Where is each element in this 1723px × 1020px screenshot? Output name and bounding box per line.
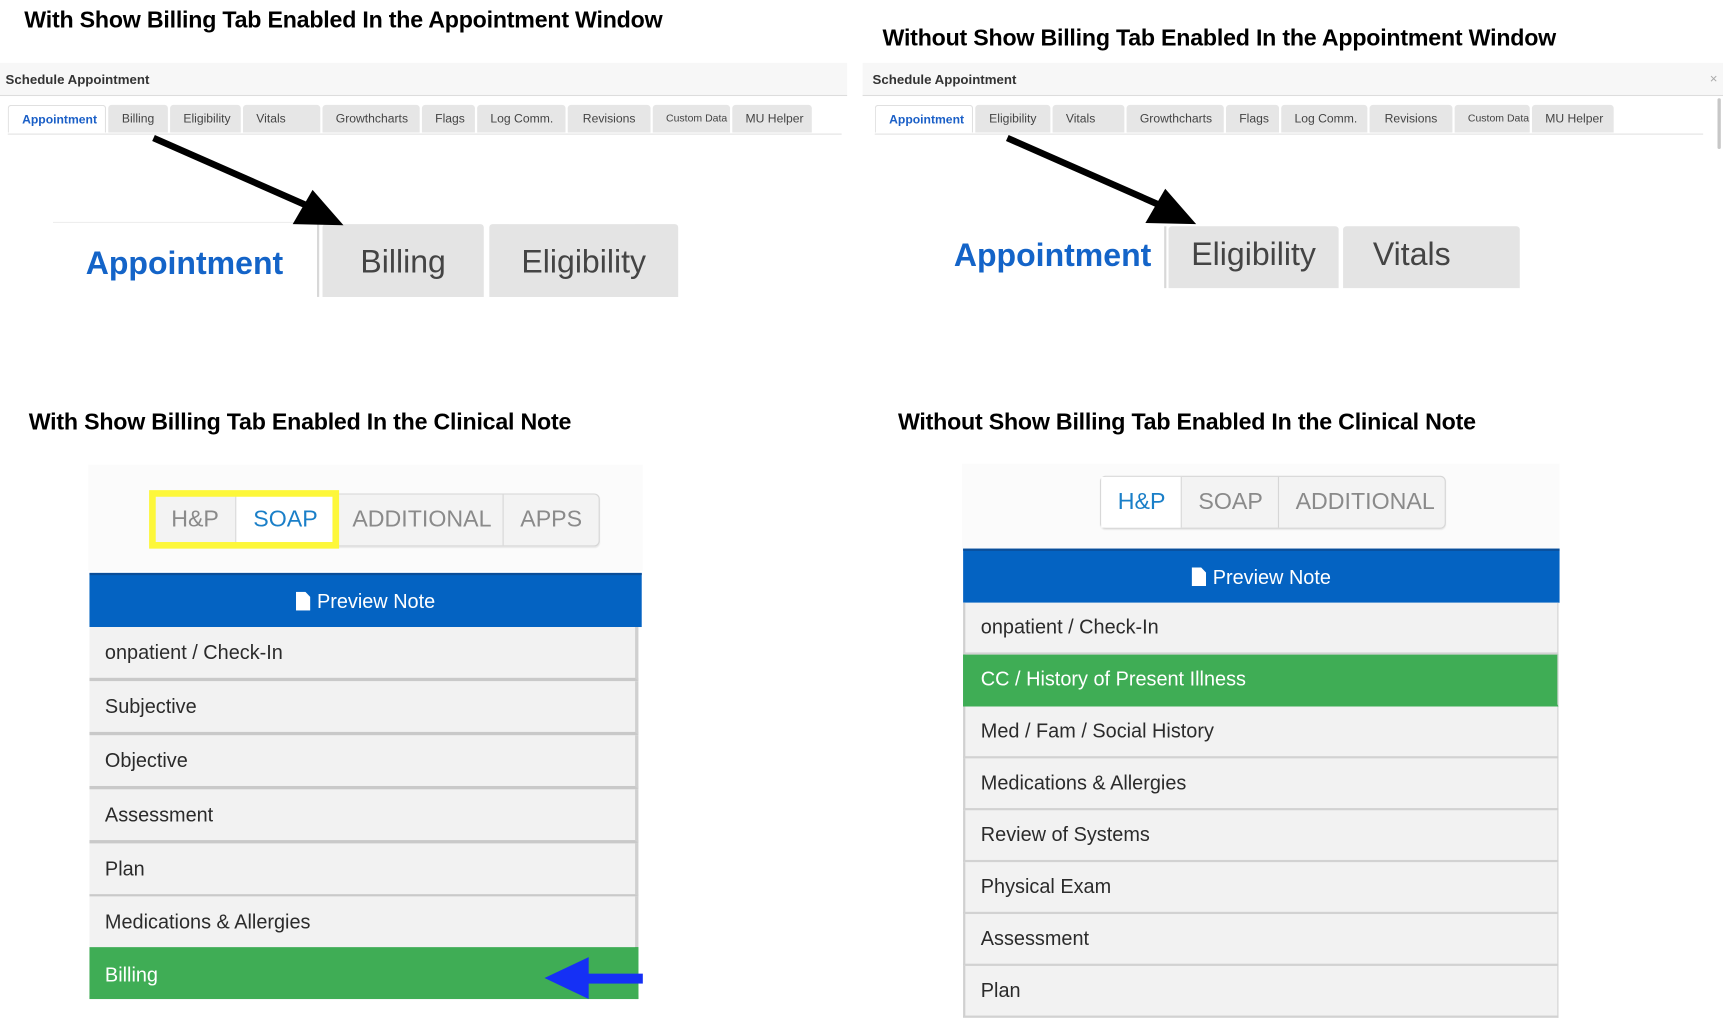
segment-hp[interactable]: H&P [1101,476,1182,528]
note-section-list: onpatient / Check-In CC / History of Pre… [963,602,1559,1018]
arrow-shaft [587,973,643,984]
note-section-medications-allergies[interactable]: Medications & Allergies [963,758,1559,811]
preview-note-label: Preview Note [1212,566,1331,589]
note-section-review-of-systems[interactable]: Review of Systems [963,810,1559,863]
segment-soap[interactable]: SOAP [1182,476,1280,528]
note-type-segmented-control: H&P SOAP ADDITIONAL [1100,475,1446,529]
note-section-med-fam-social-history[interactable]: Med / Fam / Social History [963,706,1559,759]
note-section-physical-exam[interactable]: Physical Exam [963,862,1559,915]
note-section-assessment[interactable]: Assessment [963,914,1559,966]
note-section-plan[interactable]: Plan [963,965,1559,1018]
file-icon [1191,567,1207,587]
comparison-canvas: With Show Billing Tab Enabled In the App… [0,0,1723,1020]
preview-note-button[interactable]: Preview Note [963,548,1560,603]
note-section-check-in[interactable]: onpatient / Check-In [963,602,1559,655]
segment-additional[interactable]: ADDITIONAL [1279,477,1445,528]
arrow-head [544,957,589,1000]
note-section-hpi[interactable]: CC / History of Present Illness [963,654,1559,707]
